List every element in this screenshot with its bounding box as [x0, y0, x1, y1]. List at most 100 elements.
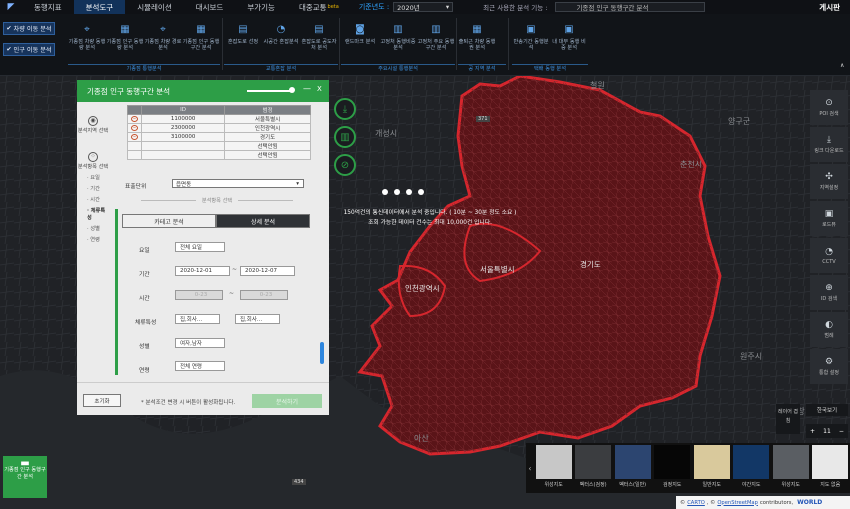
- age-input[interactable]: 전체 연령: [175, 361, 225, 371]
- tab-detail-analysis[interactable]: 상세 분석: [216, 214, 310, 228]
- basemap-option[interactable]: 지도 없음: [811, 443, 850, 493]
- remove-icon[interactable]: –: [131, 125, 138, 131]
- tool-label: 혼잡도로 선정: [227, 39, 259, 45]
- sidebar-item-criteria[interactable]: ⁘ 분석항목 선택: [77, 152, 109, 170]
- sidebar-item-region[interactable]: ◉ 분석지역 선택: [77, 116, 109, 134]
- zoom-in-icon[interactable]: +: [810, 428, 815, 435]
- app-logo-icon[interactable]: ◤: [0, 0, 22, 14]
- tab-extra[interactable]: 부가기능: [235, 0, 287, 14]
- chart-round-button[interactable]: ▥: [334, 126, 356, 148]
- tab-analysis-tools[interactable]: 분석도구: [73, 0, 126, 14]
- active-analysis-button[interactable]: ▬ 기종점 인구 동행구간 분석: [3, 456, 47, 498]
- remove-icon[interactable]: –: [131, 116, 138, 122]
- korea-view-button[interactable]: 한국보기: [806, 404, 848, 416]
- condition-note: * 분석조건 변경 시 버튼이 활성화됩니다.: [141, 400, 236, 406]
- tab-simulation[interactable]: 시뮬레이션: [125, 0, 184, 14]
- remove-icon[interactable]: –: [131, 134, 138, 140]
- minimize-icon[interactable]: —: [303, 84, 311, 93]
- panel-scrollbar[interactable]: [320, 342, 324, 364]
- basemap-option[interactable]: 위성지도: [534, 443, 574, 493]
- collapse-ribbon-icon[interactable]: ∧: [840, 62, 844, 69]
- chevron-left-icon[interactable]: ‹: [526, 443, 534, 493]
- poi-search-button[interactable]: ⊙ POI 검색: [810, 90, 848, 125]
- sidebar-sub-day[interactable]: · 요일: [77, 174, 109, 181]
- stay-from-input[interactable]: 집,회사...: [175, 314, 220, 324]
- tool-od-vehicle-route[interactable]: ⌖ 기종점 차량 경로 분석: [144, 16, 182, 64]
- period-to-input[interactable]: 2020-12-07: [240, 266, 295, 276]
- recent-analysis-select[interactable]: 기종점 인구 동행구간 분석: [555, 2, 706, 12]
- osm-link[interactable]: OpenStreetMap: [717, 500, 758, 506]
- tool-label: CCTV: [822, 258, 836, 265]
- gender-input[interactable]: 여자,남자: [175, 338, 225, 348]
- population-movement-button[interactable]: ✔ 인구 이동 분석: [3, 43, 55, 56]
- sidebar-sub-period[interactable]: · 기간: [77, 185, 109, 192]
- carto-link[interactable]: CARTO: [687, 500, 705, 506]
- range-dash: ~: [232, 266, 238, 273]
- tool-fixed-section[interactable]: ▥ 고정처 주요 동행구간 분석: [417, 16, 455, 64]
- tool-congested-origin[interactable]: ▤ 혼잡도로 공도자처 분석: [300, 16, 338, 64]
- link-download-button[interactable]: ⤓ 링크 다운로드: [810, 127, 848, 162]
- table-row: –1100000 서울특별시: [127, 114, 311, 124]
- sidebar-sub-age[interactable]: · 연령: [77, 236, 109, 243]
- download-round-button[interactable]: ⤓: [334, 98, 356, 120]
- table-row: 선택안됨: [127, 141, 311, 151]
- tool-internal-ratio[interactable]: ▣ 내 대부 동행 비중 분석: [550, 16, 588, 64]
- basemap-label: 지도 없음: [820, 482, 841, 488]
- table-header-name: 범정: [224, 105, 311, 115]
- tool-commute[interactable]: ▦ 출퇴근 차량 동행권 분석: [458, 16, 496, 64]
- tool-congested-road[interactable]: ▤ 혼잡도로 선정: [224, 16, 262, 64]
- basemap-option[interactable]: 벡터스(검정): [573, 443, 613, 493]
- basemap-option[interactable]: 검정지도: [652, 443, 692, 493]
- sidebar-sub-time[interactable]: · 시간: [77, 196, 109, 203]
- unit-select[interactable]: 읍면동 ▾: [172, 179, 304, 188]
- basemap-label: 야간지도: [742, 482, 761, 488]
- legend-button[interactable]: ◐ 범례: [810, 312, 848, 347]
- opacity-slider[interactable]: [247, 90, 292, 92]
- basemap-option[interactable]: 위성지도: [771, 443, 811, 493]
- tool-landmark[interactable]: ◙ 랜드마크 분석: [341, 16, 379, 64]
- tab-indicator[interactable]: 동행지표: [22, 0, 74, 14]
- tool-return-period[interactable]: ▣ 반송기간 동행분석: [512, 16, 550, 64]
- time-from-input[interactable]: 0-23: [175, 290, 223, 300]
- close-icon[interactable]: X: [317, 85, 322, 93]
- basemap-option[interactable]: 벡터스(일반): [613, 443, 653, 493]
- layer-round-button[interactable]: ⊘: [334, 154, 356, 176]
- id-search-button[interactable]: ⊕ ID 검색: [810, 275, 848, 310]
- time-to-input[interactable]: 0-23: [240, 290, 288, 300]
- basemap-option[interactable]: 일반지도: [692, 443, 732, 493]
- period-from-input[interactable]: 2020-12-01: [175, 266, 230, 276]
- board-link[interactable]: 게시판: [819, 2, 840, 13]
- tab-public-transport[interactable]: 대중교통 beta: [287, 0, 351, 14]
- day-input[interactable]: 전체 요일: [175, 242, 225, 252]
- basemap-option[interactable]: 야간지도: [731, 443, 771, 493]
- settings-button[interactable]: ⚙ 통합 설정: [810, 349, 848, 384]
- stay-to-input[interactable]: 집,회사...: [235, 314, 280, 324]
- basemap-thumb: [575, 445, 612, 479]
- sidebar-sub-stay[interactable]: · 체류특성: [77, 207, 109, 221]
- sidebar-sub-gender[interactable]: · 성별: [77, 225, 109, 232]
- basis-year-select[interactable]: 2020년 ▾: [393, 2, 454, 12]
- reset-button[interactable]: 초기화: [83, 394, 121, 407]
- vehicle-movement-label: 차량 이동 분석: [13, 26, 52, 33]
- stay-label: 체류특성: [135, 320, 157, 326]
- tool-od-vehicle-volume[interactable]: ⌖ 기종점 차량 동행량 분석: [68, 16, 106, 64]
- tool-fixed-ratio[interactable]: ▥ 고정처 동행비중 분석: [379, 16, 417, 64]
- tab-dashboard[interactable]: 대시보드: [184, 0, 236, 14]
- map-label-wonju: 원주시: [740, 352, 763, 361]
- tab-keyword-analysis[interactable]: 카테고 분석: [122, 214, 216, 228]
- tool-od-population-section[interactable]: ▦ 기종점 인구 동행구간 분석: [182, 16, 220, 64]
- run-analysis-button[interactable]: 분석하기: [252, 394, 322, 408]
- table-row: –2300000 인천광역시: [127, 123, 311, 133]
- group-label: 기종점 통행분석: [68, 64, 220, 72]
- cctv-button[interactable]: ◔ CCTV: [810, 238, 848, 273]
- layer-overlap-toggle[interactable]: 레이어 겹침: [776, 404, 800, 434]
- region-setting-button[interactable]: ✣ 지역설정: [810, 164, 848, 199]
- tool-od-population-volume[interactable]: ▦ 기종점 인구 동행량 분석: [106, 16, 144, 64]
- roadview-button[interactable]: ▣ 로드뷰: [810, 201, 848, 236]
- zoom-out-icon[interactable]: −: [839, 428, 844, 435]
- vehicle-movement-button[interactable]: ✔ 차량 이동 분석: [3, 22, 55, 35]
- row-name: 선택안됨: [224, 150, 311, 160]
- panel-header[interactable]: 기종점 인구 동행구간 분석 — X: [77, 80, 329, 102]
- tool-spatiotemporal[interactable]: ◔ 시공간 혼잡분석: [262, 16, 300, 64]
- opacity-slider-handle[interactable]: [289, 87, 295, 93]
